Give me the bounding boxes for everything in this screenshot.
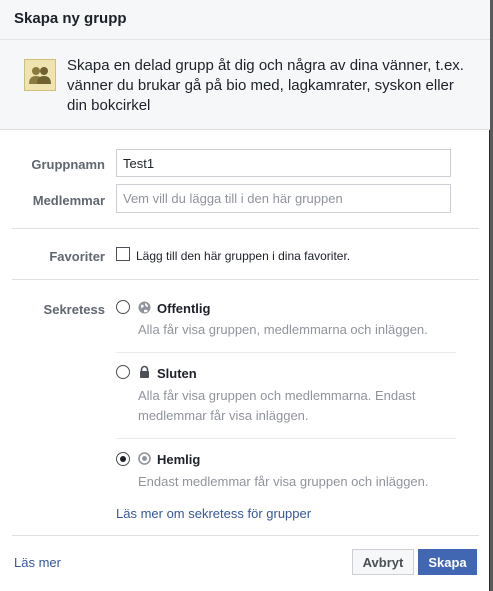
members-input[interactable] [116, 184, 451, 213]
option-title[interactable]: Sluten [157, 366, 197, 381]
radio-secret[interactable] [116, 452, 130, 466]
option-description: Alla får visa gruppen, medlemmarna och i… [138, 322, 428, 337]
option-title[interactable]: Offentlig [157, 301, 210, 316]
group-name-label: Gruppnamn [31, 157, 105, 172]
option-divider [116, 352, 456, 353]
globe-icon [138, 301, 151, 314]
secret-icon [138, 452, 151, 465]
create-button[interactable]: Skapa [418, 549, 477, 575]
favorites-label: Favoriter [49, 249, 105, 264]
intro-text: Skapa en delad grupp åt dig och några av… [67, 57, 464, 114]
option-title[interactable]: Hemlig [157, 452, 200, 467]
option-divider [116, 438, 456, 439]
group-icon [24, 59, 56, 91]
option-description: Alla får visa gruppen och medlemmarna. E… [138, 388, 416, 423]
cancel-button[interactable]: Avbryt [352, 549, 414, 575]
group-name-input[interactable] [116, 149, 451, 177]
privacy-label: Sekretess [43, 302, 105, 317]
radio-closed[interactable] [116, 365, 130, 379]
members-label: Medlemmar [32, 193, 105, 208]
divider [12, 228, 479, 229]
dialog-header: Skapa ny grupp [0, 0, 490, 40]
favorites-checkbox-label[interactable]: Lägg till den här gruppen i dina favorit… [136, 249, 350, 263]
dialog-title: Skapa ny grupp [14, 10, 127, 27]
divider [12, 279, 479, 280]
divider [12, 535, 479, 536]
privacy-learn-more-link[interactable]: Läs mer om sekretess för grupper [116, 506, 311, 521]
lock-icon [138, 365, 151, 378]
favorites-checkbox[interactable] [116, 247, 130, 261]
intro-banner: Skapa en delad grupp åt dig och några av… [0, 40, 490, 130]
radio-public[interactable] [116, 300, 130, 314]
create-group-dialog: Skapa ny grupp Skapa en delad grupp åt d… [0, 0, 490, 591]
option-description: Endast medlemmar får visa gruppen och in… [138, 474, 429, 489]
learn-more-link[interactable]: Läs mer [14, 555, 61, 570]
